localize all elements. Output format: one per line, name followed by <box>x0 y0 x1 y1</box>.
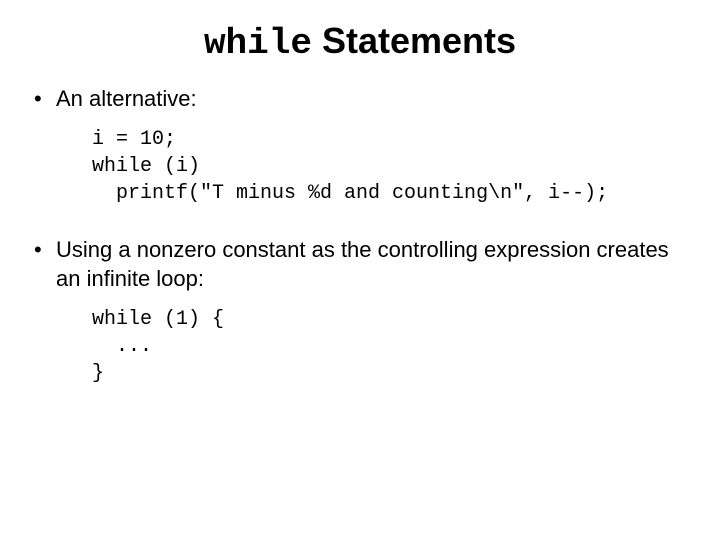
code-block: i = 10; while (i) printf("T minus %d and… <box>92 126 690 207</box>
list-item: Using a nonzero constant as the controll… <box>30 235 690 387</box>
bullet-text: Using a nonzero constant as the controll… <box>56 237 669 292</box>
title-keyword: while <box>204 23 312 64</box>
code-block: while (1) { ... } <box>92 306 690 387</box>
list-item: An alternative: i = 10; while (i) printf… <box>30 84 690 207</box>
bullet-list: An alternative: i = 10; while (i) printf… <box>30 84 690 387</box>
slide-body: An alternative: i = 10; while (i) printf… <box>0 64 720 387</box>
title-rest: Statements <box>312 20 516 61</box>
slide-title: while Statements <box>0 0 720 64</box>
slide: while Statements An alternative: i = 10;… <box>0 0 720 540</box>
bullet-text: An alternative: <box>56 86 197 111</box>
